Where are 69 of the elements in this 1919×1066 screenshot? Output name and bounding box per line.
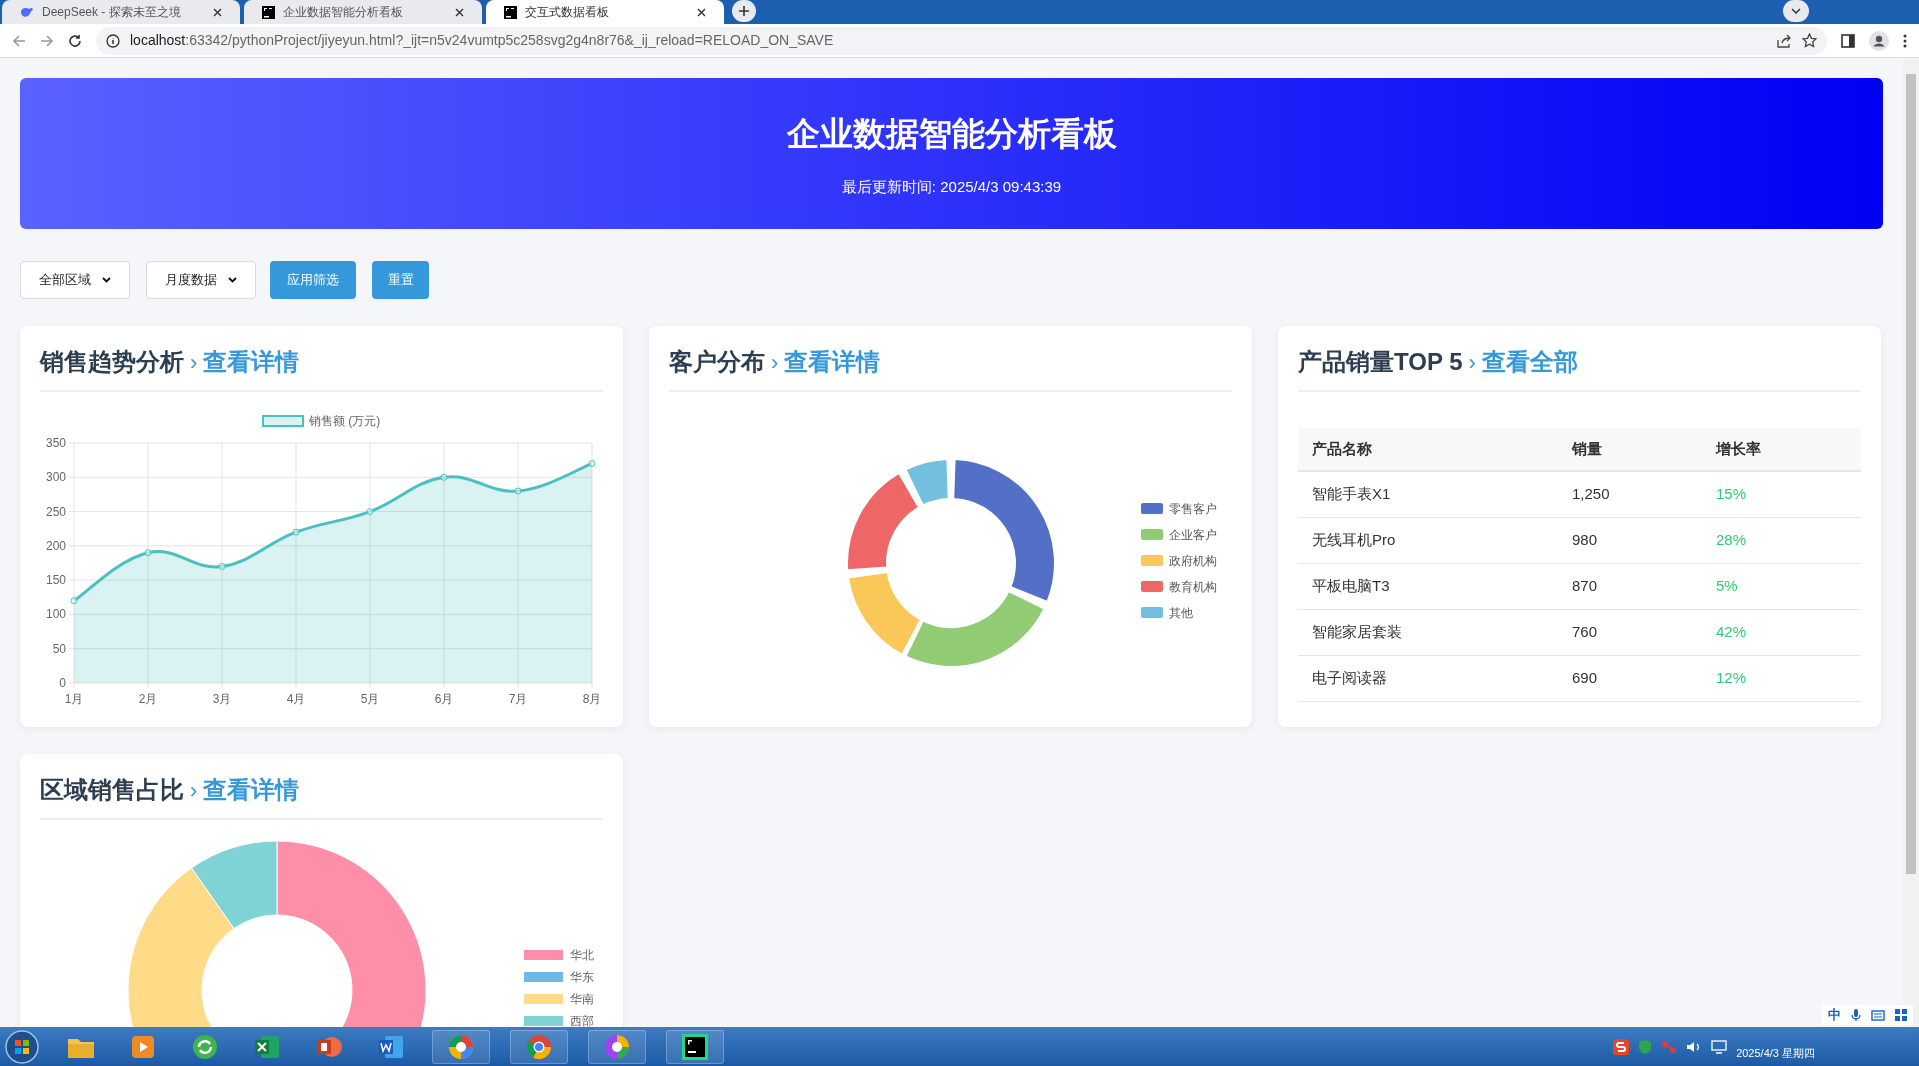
legend-label: 华南 bbox=[570, 992, 594, 1006]
legend-label: 教育机构 bbox=[1169, 580, 1217, 594]
x-tick-label: 8月 bbox=[582, 692, 602, 706]
table-cell-text: 690 bbox=[1572, 668, 1599, 689]
table-cell-text: 28% bbox=[1716, 530, 1748, 551]
column-header: 销量 bbox=[1572, 438, 1603, 459]
table-cell-text: 42% bbox=[1716, 622, 1748, 643]
x-tick-label: 6月 bbox=[434, 692, 454, 706]
chevron-separator: › bbox=[190, 349, 198, 377]
card-title: 产品销量TOP 5 bbox=[1298, 347, 1463, 377]
legend-label: 华北 bbox=[570, 948, 594, 962]
browser-tab[interactable]: 企业数据智能分析看板 bbox=[244, 0, 482, 24]
x-tick-label: 2月 bbox=[138, 692, 158, 706]
apply-filter-button[interactable]: 应用筛选 bbox=[270, 261, 356, 299]
details-link[interactable]: 查看详情 bbox=[203, 344, 300, 380]
x-tick-label: 5月 bbox=[360, 692, 380, 706]
y-tick-label: 350 bbox=[45, 436, 66, 450]
address-bar[interactable]: localhost:63342/pythonProject/jiyeyun.html?_ijt=n5v24vumtp5c258svg2g4n8r76&_ij_reload=RELOAD_ON_SAVE bbox=[96, 26, 1827, 55]
legend-label: 其他 bbox=[1169, 606, 1193, 620]
y-tick-label: 150 bbox=[45, 573, 66, 588]
browser-tab[interactable]: 交互式数据看板 bbox=[486, 0, 724, 24]
filter-select[interactable]: 月度数据 bbox=[146, 261, 256, 299]
legend-label: 政府机构 bbox=[1169, 554, 1217, 568]
x-tick-label: 3月 bbox=[212, 692, 232, 706]
card-title: 客户分布 bbox=[669, 347, 765, 377]
card-title: 区域销售占比 bbox=[40, 775, 184, 805]
dashboard-title: 企业数据智能分析看板 bbox=[786, 113, 1117, 154]
ime-toolbar[interactable]: 中 bbox=[1822, 1005, 1913, 1025]
url-text: localhost:63342/pythonProject/jiyeyun.html?_ijt=n5v24vumtp5c258svg2g4n8r76&_ij_reload=RELOAD_ON_SAVE bbox=[130, 31, 834, 50]
table-cell-text: 5% bbox=[1716, 576, 1739, 597]
y-tick-label: 100 bbox=[45, 607, 66, 622]
table-cell-text: 870 bbox=[1572, 576, 1599, 597]
column-header: 增长率 bbox=[1716, 438, 1762, 459]
legend-label: 华东 bbox=[570, 970, 594, 984]
y-tick-label: 250 bbox=[45, 504, 66, 519]
table-cell-text: 760 bbox=[1572, 622, 1599, 643]
table-cell-text: 智能手表X1 bbox=[1312, 484, 1392, 505]
details-link[interactable]: 查看全部 bbox=[1481, 344, 1578, 380]
table-cell-text: 980 bbox=[1572, 530, 1599, 551]
chevron-separator: › bbox=[1468, 349, 1476, 377]
y-tick-label: 0 bbox=[59, 676, 66, 690]
x-tick-label: 1月 bbox=[64, 692, 84, 706]
last-updated-text: 最后更新时间: 2025/4/3 09:43:39 bbox=[841, 177, 1062, 197]
table-cell-text: 无线耳机Pro bbox=[1312, 530, 1397, 551]
table-cell-text: 平板电脑T3 bbox=[1312, 576, 1391, 597]
filter-select[interactable]: 全部区域 bbox=[20, 261, 130, 299]
browser-tab[interactable]: DeepSeek - 探索未至之境 bbox=[2, 0, 240, 24]
card-title: 销售趋势分析 bbox=[40, 347, 184, 377]
table-cell-text: 1,250 bbox=[1572, 484, 1611, 505]
column-header: 产品名称 bbox=[1312, 438, 1373, 459]
reset-button[interactable]: 重置 bbox=[372, 261, 429, 299]
y-tick-label: 300 bbox=[45, 470, 66, 485]
table-cell-text: 智能家居套装 bbox=[1312, 622, 1403, 643]
x-tick-label: 7月 bbox=[508, 692, 528, 706]
y-tick-label: 200 bbox=[45, 538, 66, 553]
legend-label: 销售额 (万元) bbox=[309, 414, 381, 428]
table-cell-text: 12% bbox=[1716, 668, 1748, 689]
legend-label: 零售客户 bbox=[1169, 502, 1217, 516]
details-link[interactable]: 查看详情 bbox=[784, 344, 881, 380]
x-tick-label: 4月 bbox=[286, 692, 306, 706]
legend-label: 西部 bbox=[570, 1014, 594, 1027]
table-cell-text: 15% bbox=[1716, 484, 1748, 505]
table-cell-text: 电子阅读器 bbox=[1312, 668, 1388, 689]
chevron-separator: › bbox=[771, 349, 779, 377]
legend-label: 企业客户 bbox=[1169, 528, 1217, 542]
details-link[interactable]: 查看详情 bbox=[203, 772, 300, 808]
taskbar-date[interactable]: 2025/4/3 星期四 bbox=[1736, 1045, 1815, 1062]
chevron-separator: › bbox=[190, 777, 198, 805]
y-tick-label: 50 bbox=[52, 641, 66, 656]
